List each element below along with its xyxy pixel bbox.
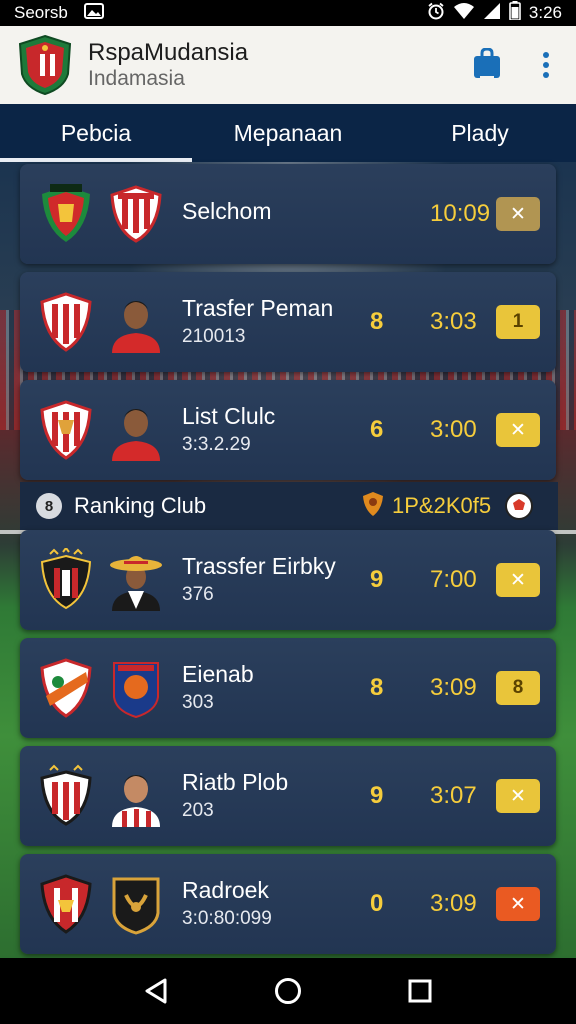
image-icon: [83, 2, 104, 24]
tab-bar: Pebcia Mepanaan Plady: [0, 104, 576, 162]
row-title: Trassfer Eirbky: [182, 552, 336, 579]
row-score: 9: [370, 782, 384, 809]
rank-value: 1P&2K0f5: [392, 493, 492, 518]
list-item[interactable]: Radroek 3:0:80:099 0 3:09 ✕: [20, 854, 556, 954]
row-time: 3:09: [430, 890, 477, 917]
section-header-ranking[interactable]: 8 Ranking Club 1P&2K0f5: [20, 482, 558, 530]
row-time: 3:07: [430, 782, 477, 809]
battery-icon: [509, 1, 521, 25]
status-badge[interactable]: ✕: [496, 887, 540, 921]
player-avatar: [108, 399, 164, 461]
carrier-label: Seorsb: [14, 3, 68, 22]
crest-icon: [36, 764, 96, 828]
row-subtitle: 3:3.2.29: [182, 434, 251, 456]
bag-icon[interactable]: [472, 48, 502, 82]
tab-plady[interactable]: Plady: [384, 104, 576, 162]
wifi-icon: [453, 2, 475, 25]
row-score: 0: [370, 890, 384, 917]
app-title: RspaMudansia: [88, 39, 249, 67]
home-icon[interactable]: [268, 971, 308, 1011]
crest-icon: [36, 546, 96, 612]
crest-icon: [36, 182, 96, 246]
row-score: 6: [370, 416, 384, 443]
section-label: Ranking Club: [74, 493, 207, 518]
row-title: Riatb Plob: [182, 768, 289, 795]
row-subtitle: 203: [182, 800, 214, 822]
row-title: Trasfer Peman: [182, 294, 334, 321]
recents-icon[interactable]: [400, 971, 440, 1011]
system-nav-bar: [0, 958, 576, 1024]
row-subtitle: 3:0:80:099: [182, 908, 272, 930]
status-badge[interactable]: ✕: [496, 413, 540, 447]
soccer-ball-icon[interactable]: [504, 491, 534, 521]
row-title: List Clulc: [182, 402, 276, 429]
row-subtitle: 210013: [182, 326, 246, 348]
badge-icon: [362, 491, 384, 522]
tab-mepanaan[interactable]: Mepanaan: [192, 104, 384, 162]
list-item[interactable]: Riatb Plob 203 9 3:07 ✕: [20, 746, 556, 846]
row-time: 10:09: [430, 200, 491, 227]
row-subtitle: 303: [182, 692, 214, 714]
row-time: 3:09: [430, 674, 477, 701]
row-subtitle: 376: [182, 584, 214, 606]
status-bar: Seorsb 3:26: [0, 0, 576, 26]
more-vert-icon[interactable]: [542, 51, 550, 79]
row-time: 3:00: [430, 416, 477, 443]
status-time: 3:26: [528, 3, 562, 22]
status-badge[interactable]: ✕: [496, 563, 540, 597]
back-icon[interactable]: [136, 971, 176, 1011]
club-crest-logo[interactable]: [16, 34, 74, 96]
crest-icon: [36, 872, 96, 936]
crest-icon: [108, 183, 164, 245]
list-item[interactable]: Trassfer Eirbky 376 9 7:00 ✕: [20, 530, 556, 630]
alarm-icon: [427, 2, 445, 25]
status-badge[interactable]: 8: [496, 671, 540, 705]
sombrero-player-avatar: [108, 549, 164, 611]
row-title: Selchom: [182, 198, 272, 225]
signal-icon: [483, 2, 501, 25]
app-subtitle: Indamasia: [88, 66, 185, 90]
row-score: 8: [370, 674, 384, 701]
row-time: 3:03: [430, 308, 477, 335]
crest-icon: [108, 873, 164, 935]
tab-pebcia[interactable]: Pebcia: [0, 104, 192, 162]
status-badge[interactable]: ✕: [496, 197, 540, 231]
row-score: 8: [370, 308, 384, 335]
row-score: 9: [370, 566, 384, 593]
section-icon: 8: [36, 493, 62, 519]
list-item[interactable]: Trasfer Peman 210013 8 3:03 1: [20, 272, 556, 372]
player-avatar: [108, 291, 164, 353]
crest-icon: [36, 656, 96, 720]
row-time: 7:00: [430, 566, 477, 593]
row-title: Radroek: [182, 876, 269, 903]
crest-icon: [36, 398, 96, 462]
list-item[interactable]: List Clulc 3:3.2.29 6 3:00 ✕: [20, 380, 556, 480]
crest-icon: [36, 290, 96, 354]
player-avatar: [108, 765, 164, 827]
app-header: RspaMudansia Indamasia: [0, 26, 576, 104]
list-item[interactable]: Selchom 10:09 ✕: [20, 164, 556, 264]
match-list: Selchom 10:09 ✕ Trasfer Peman 210013 8 3…: [20, 164, 558, 957]
crest-icon: [108, 657, 164, 719]
list-item[interactable]: Eienab 303 8 3:09 8: [20, 638, 556, 738]
status-badge[interactable]: 1: [496, 305, 540, 339]
status-badge[interactable]: ✕: [496, 779, 540, 813]
row-title: Eienab: [182, 660, 254, 687]
